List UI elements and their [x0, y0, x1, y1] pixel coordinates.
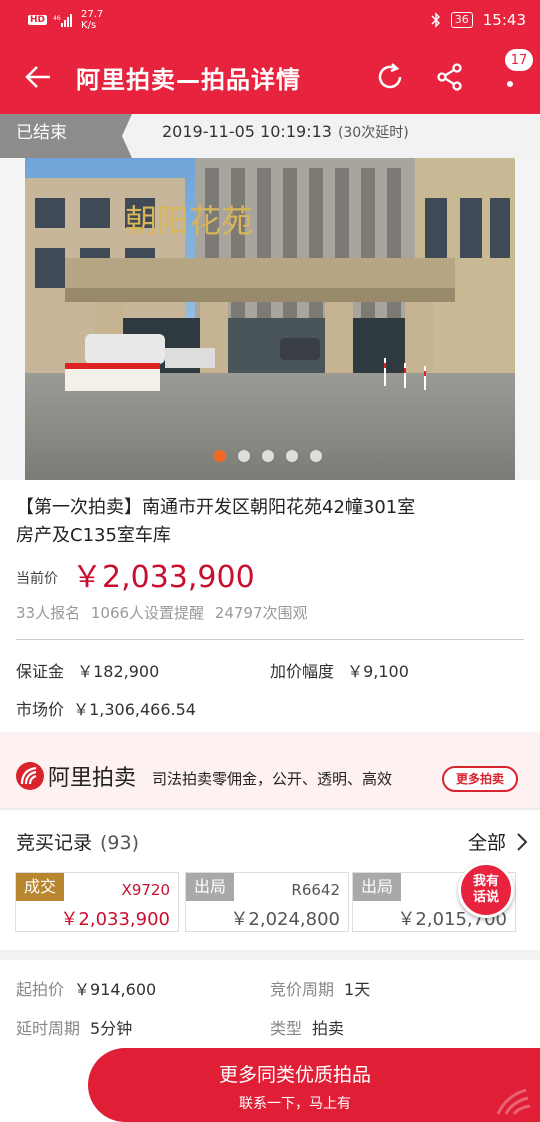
auction-type-value: 拍卖: [312, 1019, 345, 1038]
network-speed: 27.7 K/s: [81, 9, 103, 31]
delay-cycle-label: 延时周期: [16, 1019, 81, 1038]
cta-main-text: 更多同类优质拍品: [218, 1064, 371, 1086]
carousel-indicator[interactable]: [214, 450, 322, 462]
cta-sub-text: 联系一下，马上有: [239, 1096, 351, 1112]
network-speed-value: 27.7: [81, 9, 104, 20]
brand-slogan: 司法拍卖零佣金，公开、透明、高效: [152, 770, 393, 788]
carousel-dot[interactable]: [286, 450, 298, 462]
share-icon[interactable]: [420, 40, 480, 114]
lot-stats: 33人报名 1066人设置提醒 24797次围观: [16, 604, 308, 622]
battery-level: 36: [454, 13, 469, 26]
lot-photo: 朝阳花苑: [25, 158, 515, 480]
status-left: HD 46 27.7 K/s: [28, 9, 103, 31]
feedback-line-2: 话说: [472, 890, 499, 905]
page-title: 阿里拍卖—拍品详情: [76, 65, 301, 94]
network-speed-unit: K/s: [81, 20, 97, 31]
auction-type: 类型 拍卖: [270, 1015, 344, 1039]
bid-record-card[interactable]: 成交 X9720 ￥2,033,900: [15, 872, 179, 932]
sign-text: 朝阳花苑: [125, 203, 253, 239]
signal-icon: 46: [53, 14, 73, 27]
divider: [16, 639, 524, 640]
bid-record-card[interactable]: 出局 R6642 ￥2,024,800: [185, 872, 349, 932]
more-menu-icon[interactable]: 17: [480, 40, 540, 114]
chevron-right-icon: [517, 832, 528, 851]
lot-info: 【第一次拍卖】南通市开发区朝阳花苑42幢301室房产及C135室车库 当前价 ￥…: [0, 480, 540, 732]
delay-cycle-value: 5分钟: [90, 1019, 133, 1038]
feedback-bubble-button[interactable]: 我有 话说: [458, 862, 514, 918]
deposit-label: 保证金: [16, 662, 65, 681]
bid-cycle-value: 1天: [344, 980, 371, 999]
brand-logo-text: 阿里拍卖: [48, 766, 137, 791]
deposit: 保证金 ￥182,900: [16, 658, 159, 682]
more-auctions-button[interactable]: 更多拍卖: [442, 766, 518, 792]
increment-label: 加价幅度: [270, 662, 335, 681]
lot-photo-carousel[interactable]: 朝阳花苑: [25, 158, 515, 480]
bid-amount: ￥2,033,900: [60, 909, 170, 930]
bid-status-tag: 出局: [353, 873, 401, 901]
increment-value: ￥9,100: [347, 662, 409, 681]
battery-icon: 36: [450, 12, 473, 28]
similar-lots-cta-button[interactable]: 更多同类优质拍品 联系一下，马上有: [88, 1048, 540, 1122]
status-bar: HD 46 27.7 K/s 36 15:43: [0, 0, 540, 40]
view-all-bids-link[interactable]: 全部: [468, 828, 528, 855]
wave-decoration-icon: [496, 1088, 531, 1115]
carousel-dot[interactable]: [214, 450, 226, 462]
bid-status-tag: 出局: [186, 873, 234, 901]
brand-logo: 阿里拍卖: [16, 760, 136, 792]
bid-amount: ￥2,024,800: [230, 909, 340, 930]
end-time-value: 2019-11-05 10:19:13: [162, 122, 332, 141]
current-price-label: 当前价: [16, 571, 58, 587]
bid-records-header: 竞买记录 (93): [16, 828, 139, 855]
auction-type-label: 类型: [270, 1019, 303, 1038]
start-price-label: 起拍价: [16, 980, 65, 999]
status-time: 15:43: [482, 11, 526, 29]
lot-title: 【第一次拍卖】南通市开发区朝阳花苑42幢301室房产及C135室车库: [16, 497, 416, 546]
carousel-dot[interactable]: [310, 450, 322, 462]
start-price-value: ￥914,600: [74, 980, 157, 999]
carousel-dot[interactable]: [238, 450, 250, 462]
bid-records-title: 竞买记录: [16, 832, 93, 854]
nav-bar: 阿里拍卖—拍品详情 17: [0, 40, 540, 114]
svg-text:46: 46: [53, 15, 61, 22]
status-right: 36 15:43: [431, 11, 526, 29]
feedback-line-1: 我有: [472, 874, 499, 889]
bid-status-tag: 成交: [16, 873, 64, 901]
bid-cycle: 竞价周期 1天: [270, 976, 370, 1000]
delay-note: (30次延时): [337, 125, 409, 141]
bid-cycle-label: 竞价周期: [270, 980, 335, 999]
hd-icon: HD: [28, 15, 48, 25]
refresh-icon[interactable]: [360, 40, 420, 114]
current-price: ￥2,033,900: [72, 560, 255, 595]
bidder-code: R6642: [291, 881, 340, 899]
deposit-value: ￥182,900: [77, 662, 160, 681]
bluetooth-icon: [431, 12, 440, 28]
start-price: 起拍价 ￥914,600: [16, 976, 156, 1000]
auction-time-bar: 已结束 2019-11-05 10:19:13 (30次延时): [0, 114, 540, 158]
market-price: 市场价 ￥1,306,466.54: [16, 696, 196, 720]
back-icon[interactable]: [0, 40, 76, 114]
bidder-code: X9720: [121, 881, 170, 899]
bid-records-count: (93): [100, 832, 140, 854]
notification-badge: 17: [504, 48, 534, 72]
market-price-label: 市场价: [16, 700, 65, 719]
increment: 加价幅度 ￥9,100: [270, 658, 409, 682]
brand-banner: 阿里拍卖 司法拍卖零佣金，公开、透明、高效 更多拍卖: [0, 732, 540, 808]
auction-end-time: 2019-11-05 10:19:13 (30次延时): [162, 122, 409, 142]
auction-status-tag: 已结束: [0, 114, 132, 158]
carousel-dot[interactable]: [262, 450, 274, 462]
auction-logo-icon: [16, 762, 44, 790]
view-all-label: 全部: [467, 832, 506, 854]
market-price-value: ￥1,306,466.54: [73, 700, 196, 719]
delay-cycle: 延时周期 5分钟: [16, 1015, 132, 1039]
